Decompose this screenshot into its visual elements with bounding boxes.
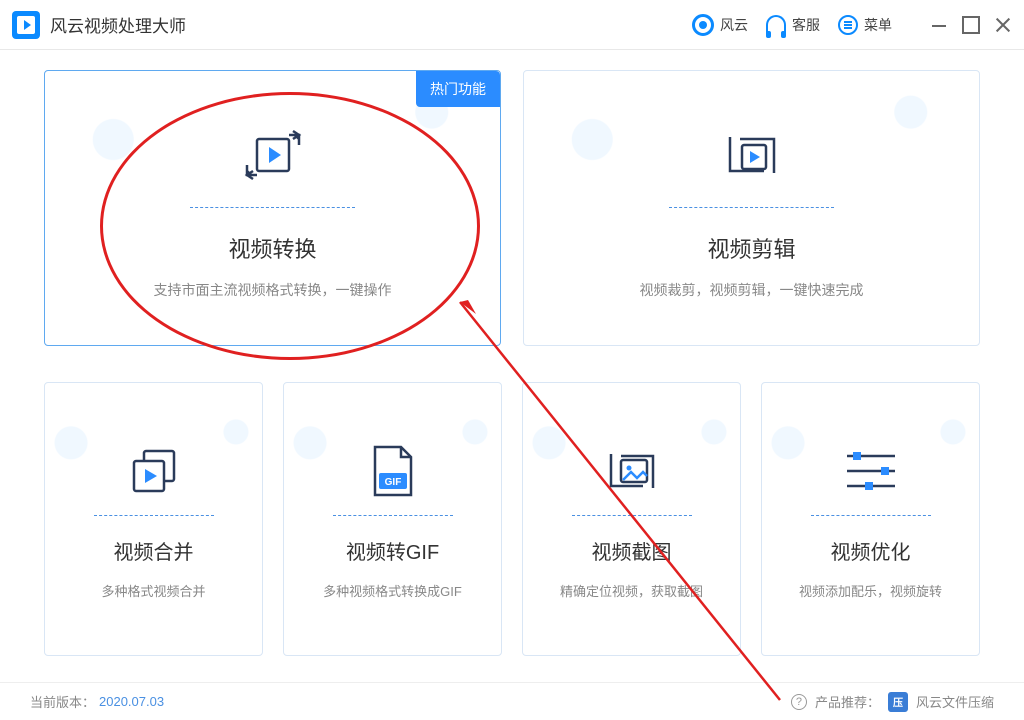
titlebar: 风云视频处理大师 风云 客服 菜单	[0, 0, 1024, 50]
card-video-merge[interactable]: 视频合并 多种格式视频合并	[44, 382, 263, 656]
minimize-button[interactable]	[930, 16, 948, 34]
card-title: 视频转GIF	[346, 536, 439, 565]
card-desc: 多种视频格式转换成GIF	[323, 581, 462, 600]
video-edit-icon	[720, 117, 784, 193]
bottom-cards-row: 视频合并 多种格式视频合并 GIF 视频转GIF 多种视频格式转换成GIF	[44, 382, 980, 656]
menu-link[interactable]: 菜单	[838, 15, 892, 35]
crosshair-icon	[692, 14, 714, 36]
card-video-optimize[interactable]: 视频优化 视频添加配乐，视频旋转	[761, 382, 980, 656]
version-label: 当前版本：	[30, 692, 95, 711]
divider	[94, 515, 214, 516]
window-controls	[930, 16, 1012, 34]
card-video-edit[interactable]: 视频剪辑 视频裁剪，视频剪辑，一键快速完成	[523, 70, 980, 346]
card-desc: 精确定位视频，获取截图	[560, 581, 703, 600]
video-gif-icon: GIF	[367, 439, 419, 503]
main-content: 热门功能 视频转换 支持市面主流视频格式转换，一键操作	[0, 50, 1024, 656]
card-title: 视频合并	[114, 536, 194, 565]
fengyun-label: 风云	[720, 15, 748, 35]
recommend-label: 产品推荐：	[815, 692, 880, 711]
hot-badge: 热门功能	[416, 71, 500, 107]
support-label: 客服	[792, 15, 820, 35]
app-logo-icon	[12, 11, 40, 39]
card-title: 视频截图	[592, 536, 672, 565]
divider	[572, 515, 692, 516]
app-title: 风云视频处理大师	[50, 12, 186, 37]
divider	[190, 207, 355, 208]
footer-right: ? 产品推荐： 压 风云文件压缩	[791, 692, 994, 712]
video-merge-icon	[126, 439, 182, 503]
divider	[333, 515, 453, 516]
divider	[669, 207, 834, 208]
recommend-logo-icon: 压	[888, 692, 908, 712]
footer: 当前版本： 2020.07.03 ? 产品推荐： 压 风云文件压缩	[0, 682, 1024, 720]
card-desc: 视频裁剪，视频剪辑，一键快速完成	[640, 280, 864, 300]
card-title: 视频剪辑	[707, 232, 795, 264]
card-video-capture[interactable]: 视频截图 精确定位视频，获取截图	[522, 382, 741, 656]
video-convert-icon	[243, 117, 303, 193]
help-icon[interactable]: ?	[791, 694, 807, 710]
card-title: 视频转换	[228, 232, 316, 264]
card-video-gif[interactable]: GIF 视频转GIF 多种视频格式转换成GIF	[283, 382, 502, 656]
video-capture-icon	[603, 439, 661, 503]
fengyun-link[interactable]: 风云	[692, 14, 748, 36]
divider	[811, 515, 931, 516]
card-desc: 多种格式视频合并	[101, 581, 205, 600]
video-optimize-icon	[843, 439, 899, 503]
titlebar-actions: 风云 客服 菜单	[692, 14, 1012, 36]
menu-icon	[838, 15, 858, 35]
recommend-product[interactable]: 风云文件压缩	[916, 692, 994, 711]
version-value: 2020.07.03	[99, 694, 164, 709]
card-desc: 视频添加配乐，视频旋转	[799, 581, 942, 600]
card-video-convert[interactable]: 热门功能 视频转换 支持市面主流视频格式转换，一键操作	[44, 70, 501, 346]
menu-label: 菜单	[864, 15, 892, 35]
card-title: 视频优化	[831, 536, 911, 565]
top-cards-row: 热门功能 视频转换 支持市面主流视频格式转换，一键操作	[44, 70, 980, 346]
headset-icon	[766, 15, 786, 35]
maximize-button[interactable]	[962, 16, 980, 34]
card-desc: 支持市面主流视频格式转换，一键操作	[154, 280, 392, 300]
support-link[interactable]: 客服	[766, 15, 820, 35]
svg-text:GIF: GIF	[384, 477, 401, 488]
close-button[interactable]	[994, 16, 1012, 34]
